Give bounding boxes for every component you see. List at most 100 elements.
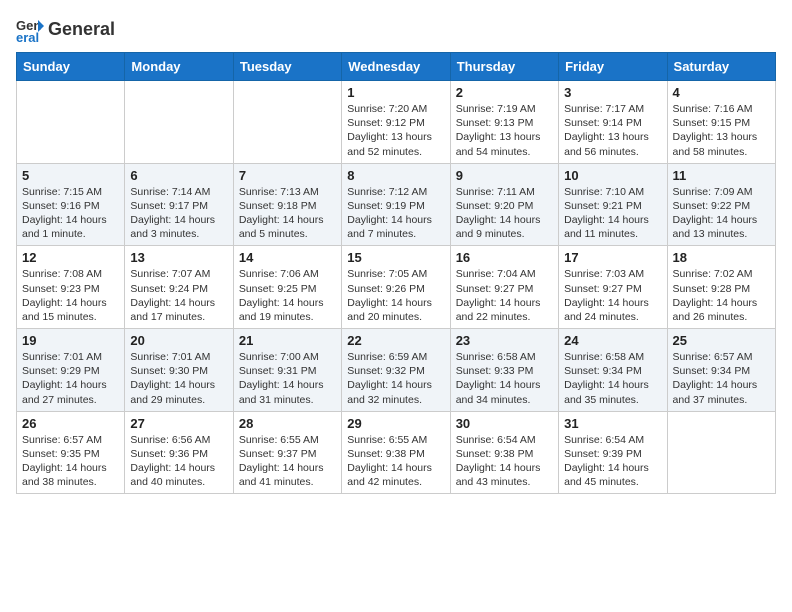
calendar-week-row: 5 Sunrise: 7:15 AMSunset: 9:16 PMDaylight…	[17, 163, 776, 246]
day-number: 5	[22, 168, 119, 183]
day-info: Sunrise: 7:04 AMSunset: 9:27 PMDaylight:…	[456, 267, 553, 324]
day-number: 4	[673, 85, 770, 100]
calendar-header-sunday: Sunday	[17, 53, 125, 81]
day-info: Sunrise: 7:13 AMSunset: 9:18 PMDaylight:…	[239, 185, 336, 242]
calendar-cell: 9 Sunrise: 7:11 AMSunset: 9:20 PMDaylight…	[450, 163, 558, 246]
day-info: Sunrise: 7:19 AMSunset: 9:13 PMDaylight:…	[456, 102, 553, 159]
day-number: 6	[130, 168, 227, 183]
day-info: Sunrise: 6:54 AMSunset: 9:39 PMDaylight:…	[564, 433, 661, 490]
day-info: Sunrise: 7:06 AMSunset: 9:25 PMDaylight:…	[239, 267, 336, 324]
day-number: 18	[673, 250, 770, 265]
calendar-week-row: 12 Sunrise: 7:08 AMSunset: 9:23 PMDayligh…	[17, 246, 776, 329]
day-number: 27	[130, 416, 227, 431]
calendar-header-wednesday: Wednesday	[342, 53, 450, 81]
calendar-cell: 7 Sunrise: 7:13 AMSunset: 9:18 PMDaylight…	[233, 163, 341, 246]
day-info: Sunrise: 7:01 AMSunset: 9:30 PMDaylight:…	[130, 350, 227, 407]
calendar-cell: 30Sunrise: 6:54 AMSunset: 9:38 PMDayligh…	[450, 411, 558, 494]
day-info: Sunrise: 7:11 AMSunset: 9:20 PMDaylight:…	[456, 185, 553, 242]
calendar-cell: 2Sunrise: 7:19 AMSunset: 9:13 PMDaylight…	[450, 81, 558, 164]
calendar-cell: 11 Sunrise: 7:09 AMSunset: 9:22 PMDayligh…	[667, 163, 775, 246]
calendar-cell: 19 Sunrise: 7:01 AMSunset: 9:29 PMDayligh…	[17, 329, 125, 412]
day-number: 14	[239, 250, 336, 265]
calendar-cell: 28Sunrise: 6:55 AMSunset: 9:37 PMDayligh…	[233, 411, 341, 494]
day-info: Sunrise: 7:07 AMSunset: 9:24 PMDaylight:…	[130, 267, 227, 324]
day-number: 10	[564, 168, 661, 183]
day-number: 16	[456, 250, 553, 265]
day-number: 30	[456, 416, 553, 431]
day-info: Sunrise: 7:01 AMSunset: 9:29 PMDaylight:…	[22, 350, 119, 407]
day-info: Sunrise: 7:09 AMSunset: 9:22 PMDaylight:…	[673, 185, 770, 242]
calendar-cell: 8 Sunrise: 7:12 AMSunset: 9:19 PMDaylight…	[342, 163, 450, 246]
day-info: Sunrise: 7:20 AMSunset: 9:12 PMDaylight:…	[347, 102, 444, 159]
calendar-week-row: 26Sunrise: 6:57 AMSunset: 9:35 PMDayligh…	[17, 411, 776, 494]
day-info: Sunrise: 7:16 AMSunset: 9:15 PMDaylight:…	[673, 102, 770, 159]
calendar-cell	[233, 81, 341, 164]
day-info: Sunrise: 7:14 AMSunset: 9:17 PMDaylight:…	[130, 185, 227, 242]
calendar-cell: 4 Sunrise: 7:16 AMSunset: 9:15 PMDaylight…	[667, 81, 775, 164]
calendar-cell: 14 Sunrise: 7:06 AMSunset: 9:25 PMDayligh…	[233, 246, 341, 329]
logo: Gen eral General	[16, 16, 115, 44]
day-number: 28	[239, 416, 336, 431]
calendar-cell: 22 Sunrise: 6:59 AMSunset: 9:32 PMDayligh…	[342, 329, 450, 412]
svg-text:eral: eral	[16, 30, 39, 44]
calendar-cell: 18 Sunrise: 7:02 AMSunset: 9:28 PMDayligh…	[667, 246, 775, 329]
day-number: 7	[239, 168, 336, 183]
calendar-cell	[125, 81, 233, 164]
calendar-cell: 12 Sunrise: 7:08 AMSunset: 9:23 PMDayligh…	[17, 246, 125, 329]
calendar-header-row: SundayMondayTuesdayWednesdayThursdayFrid…	[17, 53, 776, 81]
calendar-cell: 23Sunrise: 6:58 AMSunset: 9:33 PMDayligh…	[450, 329, 558, 412]
calendar-cell	[17, 81, 125, 164]
day-number: 15	[347, 250, 444, 265]
day-number: 11	[673, 168, 770, 183]
calendar-header-saturday: Saturday	[667, 53, 775, 81]
day-number: 21	[239, 333, 336, 348]
day-info: Sunrise: 7:03 AMSunset: 9:27 PMDaylight:…	[564, 267, 661, 324]
day-number: 24	[564, 333, 661, 348]
calendar-cell: 10 Sunrise: 7:10 AMSunset: 9:21 PMDayligh…	[559, 163, 667, 246]
logo-icon: Gen eral	[16, 16, 44, 44]
calendar-cell: 15 Sunrise: 7:05 AMSunset: 9:26 PMDayligh…	[342, 246, 450, 329]
day-number: 8	[347, 168, 444, 183]
calendar-cell: 25Sunrise: 6:57 AMSunset: 9:34 PMDayligh…	[667, 329, 775, 412]
day-info: Sunrise: 7:08 AMSunset: 9:23 PMDaylight:…	[22, 267, 119, 324]
calendar-cell: 3 Sunrise: 7:17 AMSunset: 9:14 PMDaylight…	[559, 81, 667, 164]
calendar-header-thursday: Thursday	[450, 53, 558, 81]
calendar-cell: 16 Sunrise: 7:04 AMSunset: 9:27 PMDayligh…	[450, 246, 558, 329]
day-number: 19	[22, 333, 119, 348]
day-number: 3	[564, 85, 661, 100]
day-info: Sunrise: 7:02 AMSunset: 9:28 PMDaylight:…	[673, 267, 770, 324]
day-number: 12	[22, 250, 119, 265]
day-info: Sunrise: 6:59 AMSunset: 9:32 PMDaylight:…	[347, 350, 444, 407]
day-info: Sunrise: 6:55 AMSunset: 9:38 PMDaylight:…	[347, 433, 444, 490]
day-number: 20	[130, 333, 227, 348]
calendar-cell: 13 Sunrise: 7:07 AMSunset: 9:24 PMDayligh…	[125, 246, 233, 329]
day-number: 26	[22, 416, 119, 431]
day-number: 22	[347, 333, 444, 348]
day-number: 17	[564, 250, 661, 265]
calendar-cell: 31 Sunrise: 6:54 AMSunset: 9:39 PMDayligh…	[559, 411, 667, 494]
day-number: 9	[456, 168, 553, 183]
calendar-week-row: 19 Sunrise: 7:01 AMSunset: 9:29 PMDayligh…	[17, 329, 776, 412]
day-info: Sunrise: 7:15 AMSunset: 9:16 PMDaylight:…	[22, 185, 119, 242]
day-number: 31	[564, 416, 661, 431]
calendar-cell: 20 Sunrise: 7:01 AMSunset: 9:30 PMDayligh…	[125, 329, 233, 412]
day-info: Sunrise: 7:12 AMSunset: 9:19 PMDaylight:…	[347, 185, 444, 242]
day-number: 13	[130, 250, 227, 265]
calendar-cell: 21Sunrise: 7:00 AMSunset: 9:31 PMDayligh…	[233, 329, 341, 412]
page-header: Gen eral General	[16, 16, 776, 44]
calendar-cell: 24 Sunrise: 6:58 AMSunset: 9:34 PMDayligh…	[559, 329, 667, 412]
calendar-cell: 1Sunrise: 7:20 AMSunset: 9:12 PMDaylight…	[342, 81, 450, 164]
day-info: Sunrise: 7:05 AMSunset: 9:26 PMDaylight:…	[347, 267, 444, 324]
calendar-cell: 29Sunrise: 6:55 AMSunset: 9:38 PMDayligh…	[342, 411, 450, 494]
calendar-week-row: 1Sunrise: 7:20 AMSunset: 9:12 PMDaylight…	[17, 81, 776, 164]
calendar-header-monday: Monday	[125, 53, 233, 81]
day-info: Sunrise: 6:58 AMSunset: 9:34 PMDaylight:…	[564, 350, 661, 407]
day-info: Sunrise: 7:10 AMSunset: 9:21 PMDaylight:…	[564, 185, 661, 242]
day-number: 25	[673, 333, 770, 348]
calendar-table: SundayMondayTuesdayWednesdayThursdayFrid…	[16, 52, 776, 494]
calendar-header-tuesday: Tuesday	[233, 53, 341, 81]
day-info: Sunrise: 7:17 AMSunset: 9:14 PMDaylight:…	[564, 102, 661, 159]
logo-text: General	[48, 20, 115, 40]
calendar-cell: 26Sunrise: 6:57 AMSunset: 9:35 PMDayligh…	[17, 411, 125, 494]
calendar-cell: 5 Sunrise: 7:15 AMSunset: 9:16 PMDaylight…	[17, 163, 125, 246]
